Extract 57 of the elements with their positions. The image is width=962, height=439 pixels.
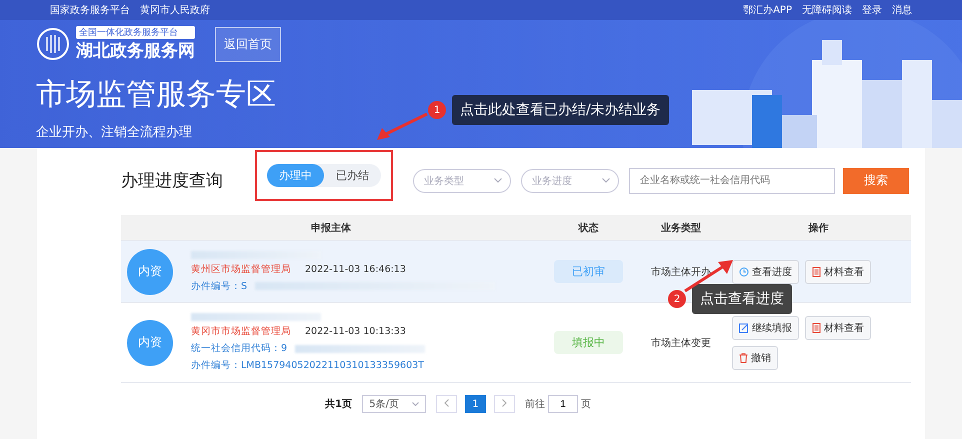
submit-time: 2022-11-03 10:13:33: [305, 326, 406, 337]
chevron-left-icon: [444, 398, 449, 406]
record-field: 办件编号：S: [191, 280, 248, 292]
logo-badge: 全国一体化政务服务平台: [76, 26, 195, 39]
top-link[interactable]: 无障碍阅读: [802, 3, 852, 17]
next-page-button[interactable]: [494, 395, 515, 413]
edit-icon: [739, 322, 749, 332]
search-field[interactable]: 企业名称或统一社会信用代码: [629, 168, 835, 194]
action-button[interactable]: 撤销: [732, 346, 778, 370]
home-button[interactable]: 返回首页: [215, 26, 281, 62]
page-button[interactable]: 1: [464, 395, 486, 413]
agency-name: 黄州区市场监督管理局: [191, 264, 291, 274]
page-suffix: 页: [580, 398, 591, 411]
page-size-select[interactable]: 5条/页: [362, 395, 426, 413]
top-link[interactable]: 黄冈市人民政府: [140, 3, 210, 17]
chevron-icon: [412, 402, 419, 406]
top-link[interactable]: 国家政务服务平台: [50, 3, 130, 17]
status-tag: 填报中: [554, 331, 623, 354]
submit-time: 2022-11-03 16:46:13: [305, 264, 406, 274]
clock-icon: [739, 266, 749, 276]
top-link[interactable]: 登录: [862, 3, 882, 17]
avatar: 内资: [127, 320, 173, 366]
record-field: 统一社会信用代码：9: [191, 342, 288, 355]
column-header: 操作: [807, 222, 830, 234]
business-type: 市场主体变更: [650, 336, 712, 350]
status-tag: 已初审: [554, 260, 623, 283]
record-field: 办件编号：LMB15794052022110310133359603T: [191, 359, 424, 372]
hint-tooltip: 点击此处查看已办结/未办结业务: [452, 95, 669, 125]
page-input[interactable]: 1: [548, 395, 578, 413]
page-title: 市场监管服务专区: [36, 76, 276, 114]
chevron-icon: [602, 178, 610, 183]
hint-tooltip: 点击查看进度: [692, 284, 792, 314]
trash-icon: [739, 352, 748, 362]
page-total: 共1页: [325, 398, 352, 411]
logo-name: 湖北政务服务网: [76, 40, 195, 62]
status-tab[interactable]: 已办结: [324, 164, 381, 187]
action-button[interactable]: 材料查看: [805, 316, 871, 340]
column-header: 申报主体: [310, 221, 352, 234]
document-icon: [812, 266, 821, 276]
top-link[interactable]: 消息: [892, 3, 912, 17]
document-icon: [812, 322, 821, 332]
prev-page-button[interactable]: [436, 395, 457, 413]
goto-label: 前往: [524, 398, 545, 411]
avatar: 内资: [127, 248, 173, 294]
chevron-icon: [494, 178, 502, 183]
chevron-right-icon: [502, 398, 507, 406]
column-header: 状态: [577, 222, 600, 234]
agency-name: 黄冈市市场监督管理局: [191, 326, 291, 337]
logo-icon: [36, 27, 70, 61]
top-link[interactable]: 鄂汇办APP: [743, 3, 792, 17]
column-header: 业务类型: [660, 222, 702, 234]
action-button[interactable]: 继续填报: [732, 316, 799, 340]
pointer-arrow: [376, 113, 428, 141]
section-title: 办理进度查询: [121, 170, 223, 192]
page-subtitle: 企业开办、注销全流程办理: [36, 124, 192, 141]
action-button[interactable]: 查看进度: [732, 260, 799, 284]
action-button[interactable]: 材料查看: [805, 260, 871, 284]
